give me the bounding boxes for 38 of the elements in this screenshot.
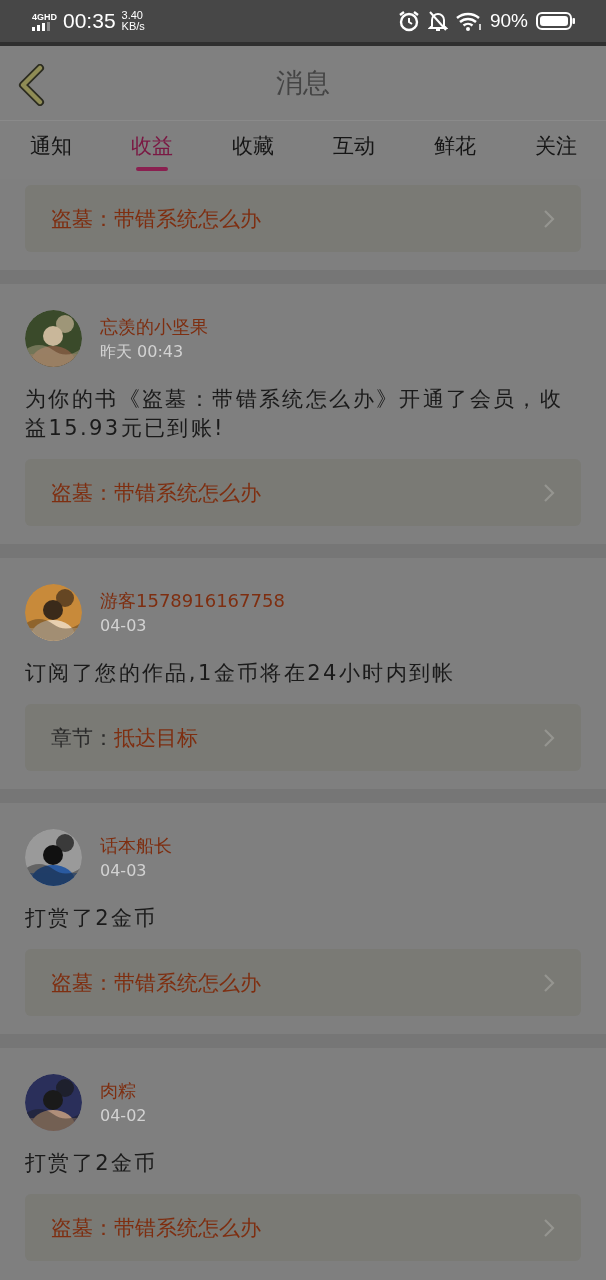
chevron-right-icon — [543, 727, 555, 748]
book-link[interactable]: 盗墓：带错系统怎么办 — [25, 1194, 581, 1261]
chevron-right-icon — [543, 208, 555, 229]
tab[interactable]: 收藏 — [202, 121, 303, 179]
page-title: 消息 — [276, 66, 330, 100]
wifi-icon — [455, 11, 482, 31]
chevron-right-icon — [543, 972, 555, 993]
bell-off-icon — [427, 10, 448, 32]
chevron-right-icon — [543, 482, 555, 503]
tab[interactable]: 收益 — [101, 121, 202, 179]
message-time: 04-03 — [100, 614, 148, 637]
message-text: 打赏了2金币 — [25, 1150, 159, 1177]
message-time: 04-02 — [100, 1104, 147, 1127]
message-time: 04-03 — [100, 859, 148, 882]
clock-time: 00:35 — [63, 9, 116, 33]
tab[interactable]: 鲜花 — [404, 121, 505, 179]
tab[interactable]: 关注 — [505, 121, 606, 179]
user-name[interactable]: 话本船长 — [100, 833, 172, 858]
alarm-icon — [397, 10, 420, 32]
battery-percent: 90% — [489, 10, 528, 32]
network-label: 4GHD — [32, 11, 57, 22]
message-text: 为你的书《盗墓：带错系统怎么办》开通了会员，收益15.93元已到账! — [25, 386, 565, 442]
battery-icon — [536, 12, 576, 30]
user-name[interactable]: 忘羡的小坚果 — [100, 314, 208, 339]
message-text: 订阅了您的作品,1金币将在24小时内到帐 — [25, 660, 457, 687]
message-time: 昨天 00:43 — [100, 340, 185, 363]
book-link[interactable]: 盗墓：带错系统怎么办 — [25, 949, 581, 1016]
chevron-right-icon — [543, 1217, 555, 1238]
user-name[interactable]: 游客1578916167758 — [100, 588, 285, 613]
tab[interactable]: 通知 — [0, 121, 101, 179]
book-link[interactable]: 盗墓：带错系统怎么办 — [25, 185, 581, 252]
book-link[interactable]: 章节：抵达目标 — [25, 704, 581, 771]
user-name[interactable]: 肉粽 — [100, 1078, 147, 1103]
tab[interactable]: 互动 — [303, 121, 404, 179]
speed-unit: KB/s — [121, 21, 145, 32]
speed-value: 3.40 — [121, 10, 144, 21]
book-link[interactable]: 盗墓：带错系统怎么办 — [25, 459, 581, 526]
message-text: 打赏了2金币 — [25, 905, 159, 932]
